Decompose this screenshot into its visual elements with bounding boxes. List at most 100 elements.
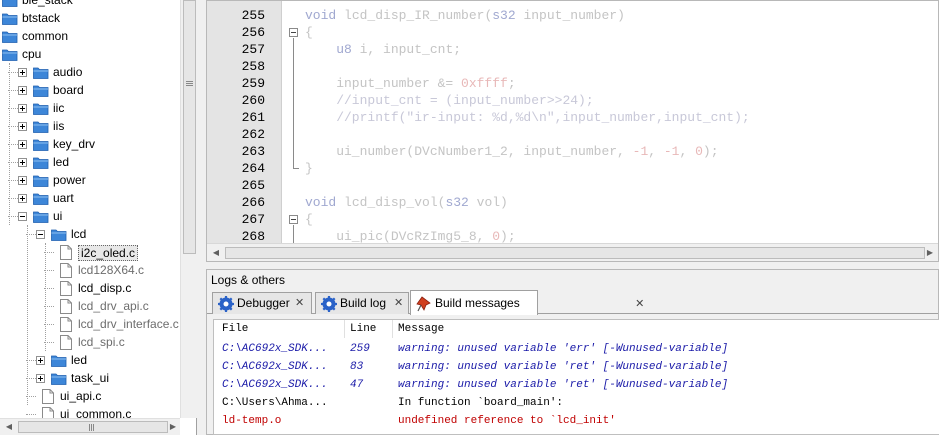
tab-debugger[interactable]: Debugger ✕ [212, 292, 312, 314]
file-icon [60, 263, 72, 278]
file-icon [42, 389, 54, 404]
cell-file: ld-temp.o [222, 415, 282, 427]
tree-item[interactable]: led [0, 153, 180, 171]
tree-item[interactable]: power [0, 171, 180, 189]
cell-file: C:\AC692x_SDK... [222, 361, 328, 373]
file-icon [60, 245, 72, 260]
tree-item[interactable]: ui [0, 207, 180, 225]
expand-icon[interactable] [18, 104, 27, 113]
table-row[interactable]: C:\AC692x_SDK... 47 warning: unused variab… [214, 376, 939, 394]
line-number: 258 [241, 59, 265, 74]
tree-item[interactable]: iis [0, 117, 180, 135]
editor-horizontal-scrollbar[interactable]: ◀ ▶ [207, 243, 938, 261]
scroll-left-arrow-icon[interactable]: ◀ [209, 246, 223, 260]
collapse-icon[interactable] [36, 230, 45, 239]
tree-item[interactable]: iic [0, 99, 180, 117]
expand-icon[interactable] [18, 140, 27, 149]
tree-horizontal-scroll-thumb[interactable] [18, 421, 168, 433]
close-icon[interactable]: ✕ [635, 298, 644, 310]
code-line[interactable]: 260 //input_cnt = (input_number>>24); [207, 92, 938, 109]
collapse-icon[interactable] [18, 212, 27, 221]
tree-item-label: audio [53, 65, 83, 79]
fold-toggle-icon[interactable] [289, 28, 298, 37]
scroll-right-arrow-icon[interactable]: ▶ [923, 246, 937, 260]
editor-horizontal-scroll-thumb[interactable] [225, 247, 925, 259]
expand-icon[interactable] [18, 122, 27, 131]
scroll-left-arrow-icon[interactable]: ◀ [2, 420, 16, 434]
tab-build-log[interactable]: Build log ✕ [315, 292, 409, 314]
code-editor[interactable]: 255 void lcd_disp_IR_number(s32 input_num… [206, 0, 939, 262]
code-text: input_number &= 0xffff; [305, 76, 516, 91]
panel-splitter-horizontal[interactable] [197, 262, 939, 269]
code-line[interactable]: 258 [207, 58, 938, 75]
code-line[interactable]: 265 [207, 177, 938, 194]
table-row[interactable]: C:\Users\Ahma... In function `board_main'… [214, 394, 939, 412]
code-line[interactable]: 255 void lcd_disp_IR_number(s32 input_num… [207, 7, 938, 24]
code-line[interactable]: 261 //printf("ir-input: %d,%d\n",input_n… [207, 109, 938, 126]
line-number: 256 [241, 25, 265, 40]
tree-item[interactable]: uart [0, 189, 180, 207]
line-number: 264 [241, 161, 265, 176]
cell-message: warning: unused variable 'err' [-Wunused… [398, 343, 729, 355]
table-row[interactable]: C:\AC692x_SDK... 259 warning: unused varia… [214, 340, 939, 358]
close-icon[interactable]: ✕ [394, 293, 403, 313]
code-line[interactable]: 264} [207, 160, 938, 177]
expand-icon[interactable] [18, 176, 27, 185]
tree-vertical-scroll-thumb[interactable] [183, 0, 196, 254]
tab-build-messages[interactable]: Build messages ✕ [410, 290, 644, 315]
tree-item[interactable]: ble_stack [0, 0, 180, 9]
table-row[interactable]: C:\AC692x_SDK... 83 warning: unused variab… [214, 358, 939, 376]
tree-item[interactable]: audio [0, 63, 180, 81]
cell-line: 259 [350, 343, 370, 355]
logs-panel: Logs & others Debugger ✕ Build log ✕ Bui… [206, 269, 939, 435]
expand-icon[interactable] [18, 194, 27, 203]
table-row[interactable]: ld-temp.o undefined reference to `lcd_in… [214, 412, 939, 430]
tree-item[interactable]: btstack [0, 9, 180, 27]
tree-item-label: key_drv [53, 137, 96, 151]
code-line[interactable]: 256 { [207, 24, 938, 41]
file-icon [60, 281, 72, 296]
fold-toggle-icon[interactable] [289, 215, 298, 224]
tree-item-label: task_ui [71, 371, 110, 385]
code-line[interactable]: 263 ui_number(DVcNumber1_2, input_number… [207, 143, 938, 160]
line-number: 262 [241, 127, 265, 142]
pin-icon [416, 296, 431, 312]
column-header-file[interactable]: File [222, 320, 248, 338]
folder-icon [33, 120, 49, 133]
column-header-line[interactable]: Line [350, 320, 376, 338]
close-icon[interactable]: ✕ [295, 293, 304, 313]
expand-icon[interactable] [36, 356, 45, 365]
tree-item[interactable]: cpu [0, 45, 180, 63]
tree-horizontal-scrollbar[interactable]: ◀ ▶ [0, 418, 180, 435]
tree-item-label: led [53, 155, 70, 169]
tree-vertical-scrollbar[interactable] [180, 0, 197, 418]
expand-icon[interactable] [36, 374, 45, 383]
cell-file: C:\AC692x_SDK... [222, 343, 328, 355]
scroll-right-arrow-icon[interactable]: ▶ [166, 420, 180, 434]
expand-icon[interactable] [18, 158, 27, 167]
tree-item-label: iic [53, 101, 65, 115]
cell-message: warning: unused variable 'ret' [-Wunused… [398, 361, 729, 373]
code-line[interactable]: 267 { [207, 211, 938, 228]
code-text: { [305, 212, 313, 227]
column-header-message[interactable]: Message [398, 320, 444, 338]
tree-item-label: ui_api.c [60, 389, 102, 403]
code-line[interactable]: 262 [207, 126, 938, 143]
folder-icon [2, 30, 18, 43]
tree-item-label: common [22, 29, 69, 43]
line-number: 263 [241, 144, 265, 159]
code-text: u8 i, input_cnt; [336, 42, 462, 57]
code-line[interactable]: 259 input_number &= 0xffff; [207, 75, 938, 92]
tree-item[interactable]: board [0, 81, 180, 99]
code-line[interactable]: 257 u8 i, input_cnt; [207, 41, 938, 58]
tree-item[interactable]: common [0, 27, 180, 45]
gear-icon [321, 296, 337, 312]
panel-splitter-vertical[interactable] [197, 0, 206, 435]
expand-icon[interactable] [18, 86, 27, 95]
build-messages-table: File Line Message C:\AC692x_SDK... 259 war… [213, 319, 939, 435]
expand-icon[interactable] [18, 68, 27, 77]
code-line[interactable]: 266 void lcd_disp_vol(s32 vol) [207, 194, 938, 211]
file-icon [42, 407, 54, 418]
tree-item[interactable]: key_drv [0, 135, 180, 153]
tree-item[interactable]: ui_common.c [0, 405, 180, 418]
